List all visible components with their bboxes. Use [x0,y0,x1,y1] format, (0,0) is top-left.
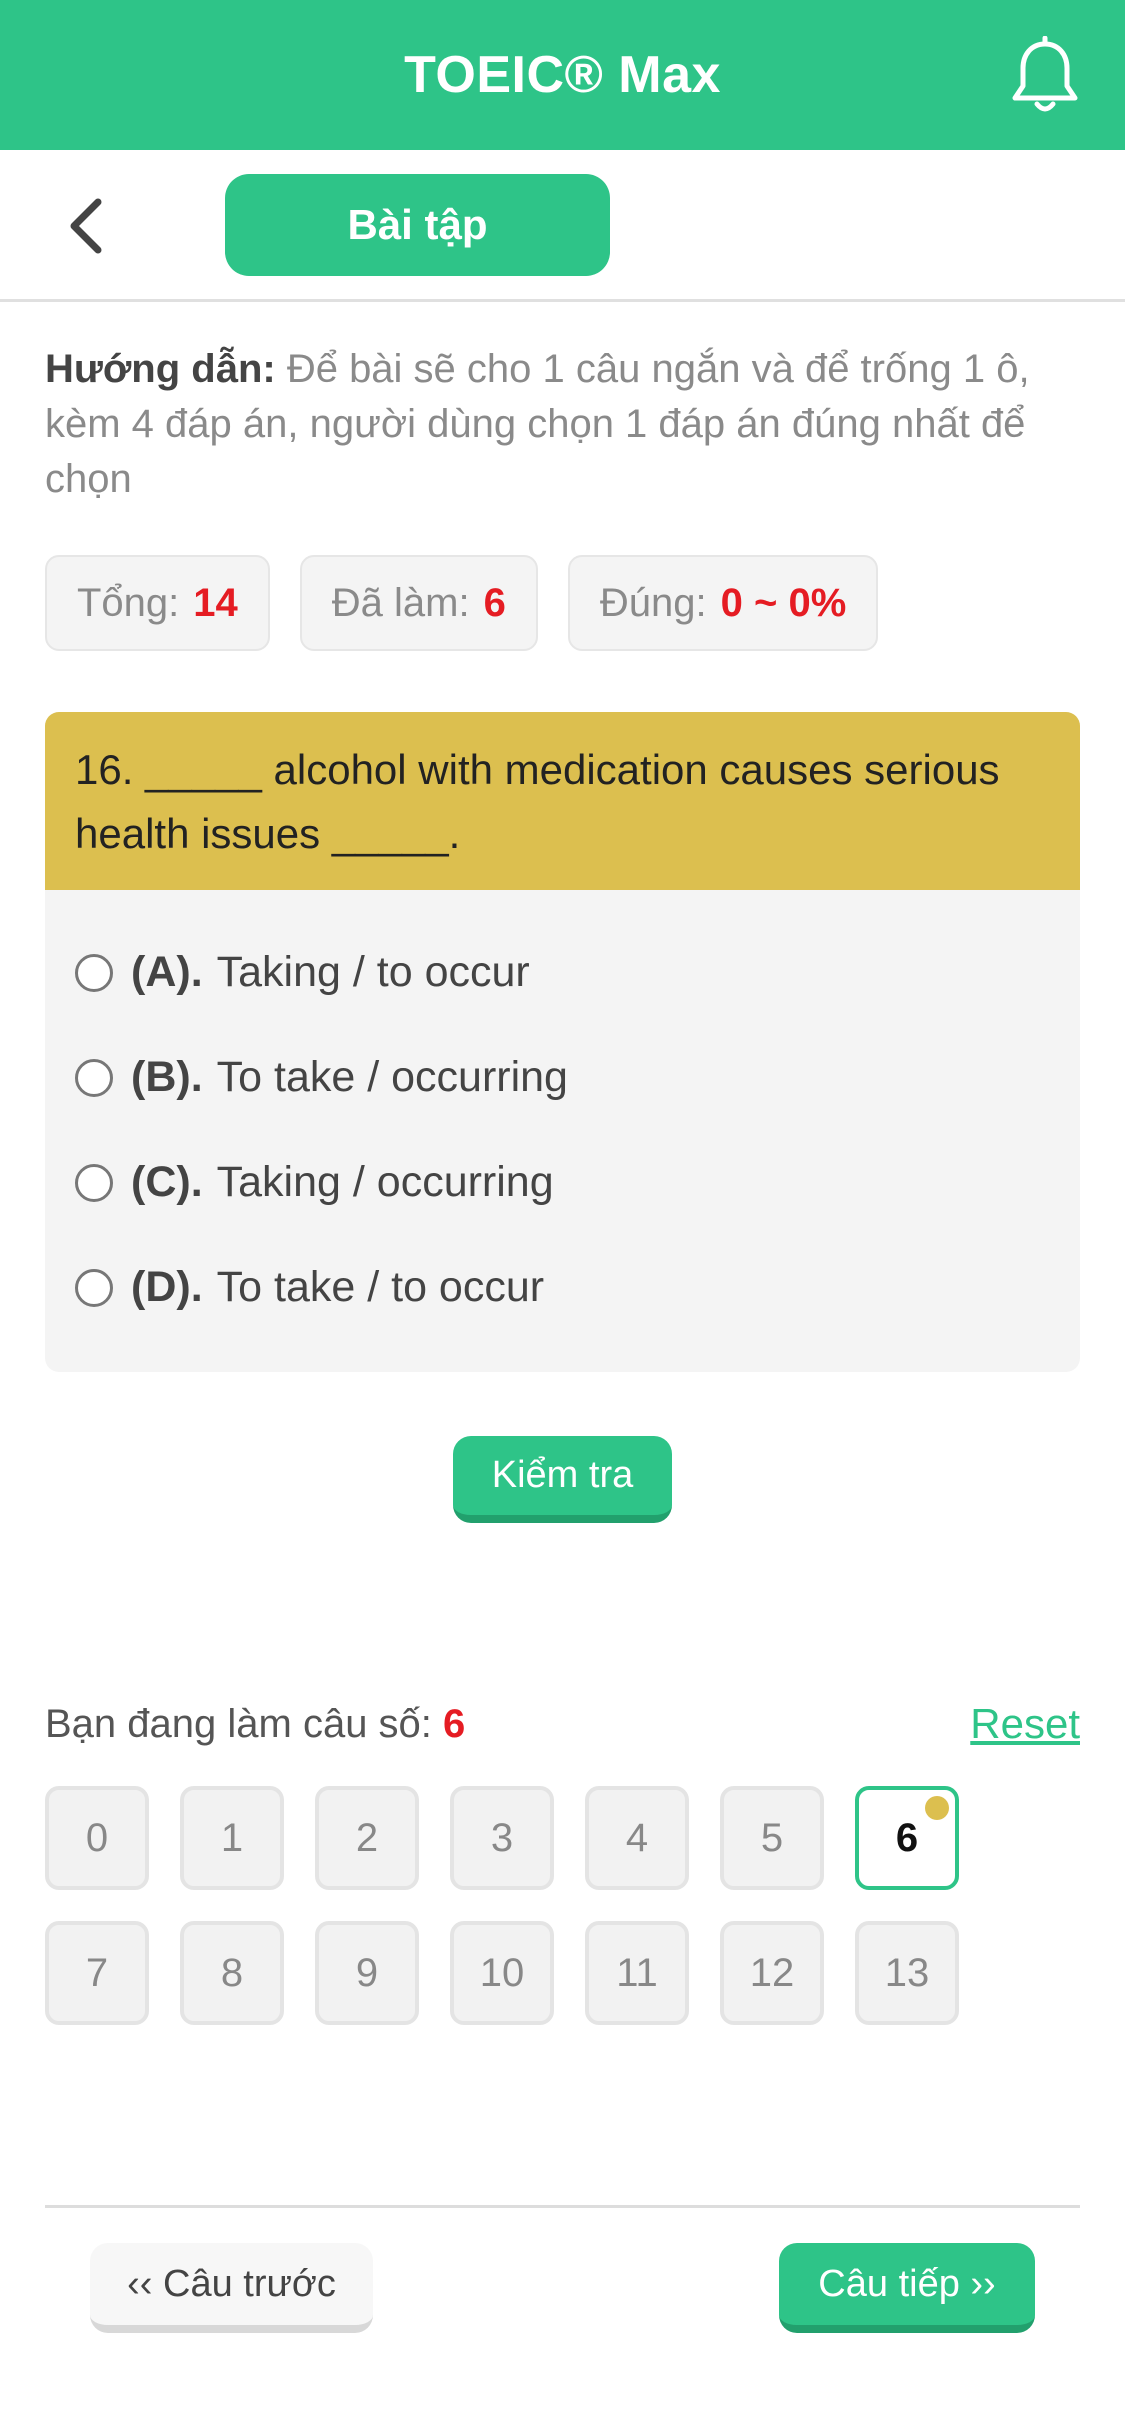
divider [45,2205,1080,2208]
current-question-number: 6 [443,1702,466,1746]
stat-label: Đã làm: [331,580,470,625]
question-number-cell[interactable]: 9 [315,1921,419,2025]
question-number-cell[interactable]: 6 [855,1786,959,1890]
question-number: 5 [760,1815,784,1860]
app-header: TOEIC® Max [0,0,1125,150]
stat-total: Tổng: 14 [45,555,270,651]
stat-correct: Đúng: 0 ~ 0% [567,555,879,651]
question-number: 3 [490,1815,514,1860]
question-number: 7 [85,1950,109,1995]
question-number: 11 [616,1950,658,1995]
radio-icon[interactable] [75,1058,113,1097]
option-letter: (B). [131,1053,203,1101]
option-letter: (A). [131,948,203,996]
nav-bar: Bài tập [0,150,1125,302]
question-number-cell[interactable]: 12 [720,1921,824,2025]
question-number-cell[interactable]: 2 [315,1786,419,1890]
question-number: 12 [749,1950,795,1995]
bell-icon[interactable] [1007,36,1083,118]
question-number-cell[interactable]: 10 [450,1921,554,2025]
question-number: 9 [355,1950,379,1995]
option-letter: (D). [131,1263,203,1311]
question-number-cell[interactable]: 7 [45,1921,149,2025]
option-c[interactable]: (C). Taking / occurring [75,1130,1050,1235]
option-b[interactable]: (B). To take / occurring [75,1025,1050,1130]
question-number-cell[interactable]: 8 [180,1921,284,2025]
question-number: 10 [479,1950,525,1995]
instructions-label: Hướng dẫn: [45,347,276,391]
question-number-cell[interactable]: 13 [855,1921,959,2025]
page: TOEIC® Max Bài tập Hướng dẫn: Để bài sẽ … [0,0,1125,2436]
radio-icon[interactable] [75,953,113,992]
option-text: To take / to occur [216,1263,545,1311]
stat-value: 6 [483,580,506,625]
radio-icon[interactable] [75,1163,113,1202]
question-number: 6 [895,1815,919,1860]
radio-icon[interactable] [75,1268,113,1307]
question-card: 16. _____ alcohol with medication causes… [45,712,1080,1372]
stat-label: Tổng: [77,580,180,625]
option-text: Taking / occurring [216,1158,554,1206]
progress-label: Bạn đang làm câu số: 6 [45,1702,465,1747]
option-d[interactable]: (D). To take / to occur [75,1235,1050,1340]
stat-label: Đúng: [599,580,707,625]
question-number: 4 [625,1815,649,1860]
next-question-button[interactable]: Câu tiếp ›› [779,2243,1035,2333]
instructions: Hướng dẫn: Để bài sẽ cho 1 câu ngắn và đ… [45,342,1085,507]
question-grid: 0 1 2 3 4 5 6 7 8 9 10 11 12 13 [45,1786,1045,2025]
reset-link[interactable]: Reset [970,1700,1080,1748]
progress-text: Bạn đang làm câu số: [45,1702,432,1746]
options-list: (A). Taking / to occur (B). To take / oc… [45,890,1080,1370]
question-number: 2 [355,1815,379,1860]
chevron-left-icon[interactable] [58,194,118,258]
question-number-cell[interactable]: 0 [45,1786,149,1890]
option-text: Taking / to occur [216,948,530,996]
check-button[interactable]: Kiểm tra [453,1436,672,1523]
question-number: 1 [220,1815,244,1860]
question-number-cell[interactable]: 3 [450,1786,554,1890]
question-number-cell[interactable]: 1 [180,1786,284,1890]
tab-exercises[interactable]: Bài tập [225,174,610,276]
option-a[interactable]: (A). Taking / to occur [75,920,1050,1025]
option-letter: (C). [131,1158,203,1206]
stats-row: Tổng: 14 Đã làm: 6 Đúng: 0 ~ 0% [45,555,879,651]
question-number-cell[interactable]: 11 [585,1921,689,2025]
prev-question-button[interactable]: ‹‹ Câu trước [90,2243,373,2333]
stat-value: 0 ~ 0% [720,580,847,625]
question-number-cell[interactable]: 5 [720,1786,824,1890]
app-title: TOEIC® Max [404,46,721,104]
question-number: 13 [884,1950,930,1995]
stat-value: 14 [193,580,238,625]
question-text: 16. _____ alcohol with medication causes… [45,712,1080,890]
question-number: 8 [220,1950,244,1995]
option-text: To take / occurring [216,1053,568,1101]
question-number: 0 [85,1815,109,1860]
stat-done: Đã làm: 6 [299,555,538,651]
question-number-cell[interactable]: 4 [585,1786,689,1890]
current-indicator-dot [925,1796,949,1820]
